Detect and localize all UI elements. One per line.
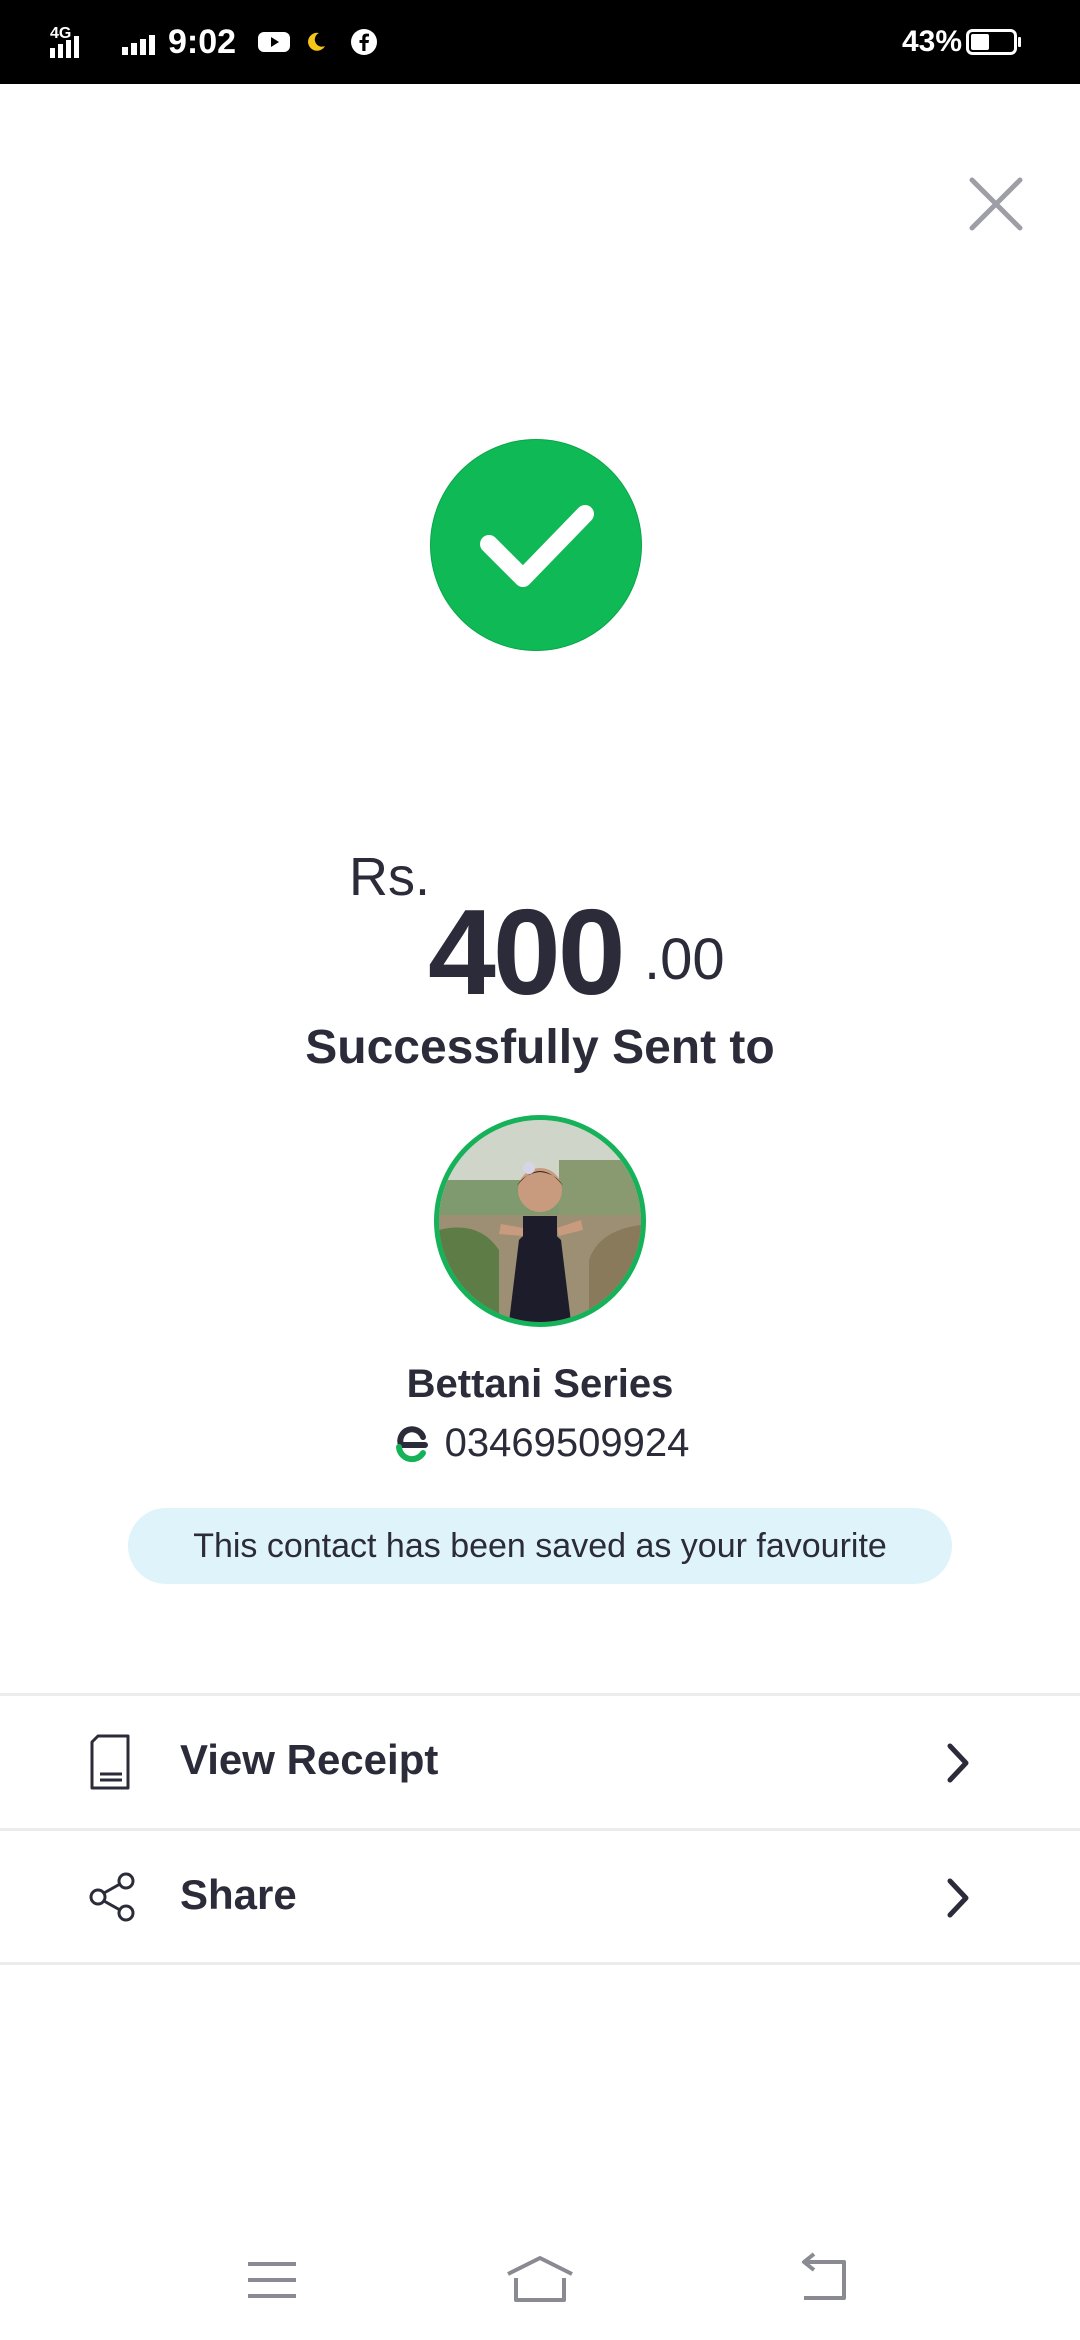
facebook-icon: [350, 0, 378, 84]
close-icon: [969, 177, 1023, 231]
share-row[interactable]: Share: [0, 1828, 1080, 1965]
home-icon: [507, 2256, 573, 2302]
success-message: Successfully Sent to: [305, 1021, 775, 1074]
battery-percent: 43%: [902, 25, 963, 58]
amount-minor: .00: [644, 927, 725, 992]
share-label: Share: [180, 1871, 297, 1918]
view-receipt-row[interactable]: View Receipt: [0, 1693, 1080, 1827]
menu-icon: [248, 2262, 296, 2298]
contact-phone-row: 03469509924: [0, 1418, 1080, 1468]
battery-icon: [966, 0, 1022, 84]
favourite-notice: This contact has been saved as your favo…: [128, 1508, 952, 1584]
easypaisa-logo-icon: [395, 1426, 428, 1463]
night-mode-icon: [303, 0, 329, 84]
checkmark-icon: [480, 505, 594, 587]
contact-phone-number: 03469509924: [444, 1420, 690, 1465]
status-bar: 4G 9:02 43%: [0, 0, 1080, 84]
share-icon: [89, 1872, 135, 1922]
close-button[interactable]: [960, 168, 1032, 240]
network-type-label: 4G: [50, 25, 71, 42]
chevron-right-icon: [947, 1743, 969, 1783]
success-checkmark-badge: [431, 440, 641, 650]
payment-success-screen: 4G 9:02 43% Rs. 400 .00 Successfully Sen…: [0, 0, 1080, 2340]
view-receipt-label: View Receipt: [180, 1736, 439, 1783]
avatar-photo: [439, 1120, 641, 1322]
system-navigation-bar: [0, 2220, 1080, 2340]
back-icon: [802, 2252, 846, 2300]
back-button[interactable]: [784, 2250, 864, 2310]
network-signal-icon: 4G: [48, 0, 104, 84]
receipt-icon: [90, 1734, 130, 1790]
battery-level-fill: [971, 34, 989, 50]
sent-amount: Rs. 400 .00: [0, 830, 1080, 1020]
home-button[interactable]: [500, 2250, 580, 2310]
chevron-right-icon: [947, 1878, 969, 1918]
status-time: 9:02: [168, 22, 237, 61]
signal-icon: [122, 0, 162, 84]
youtube-icon: [258, 0, 290, 84]
menu-button[interactable]: [232, 2250, 312, 2310]
contact-name: Bettani Series: [406, 1362, 674, 1406]
contact-avatar: [434, 1115, 646, 1327]
amount-major: 400: [428, 884, 626, 1020]
amount-currency: Rs.: [349, 847, 430, 907]
